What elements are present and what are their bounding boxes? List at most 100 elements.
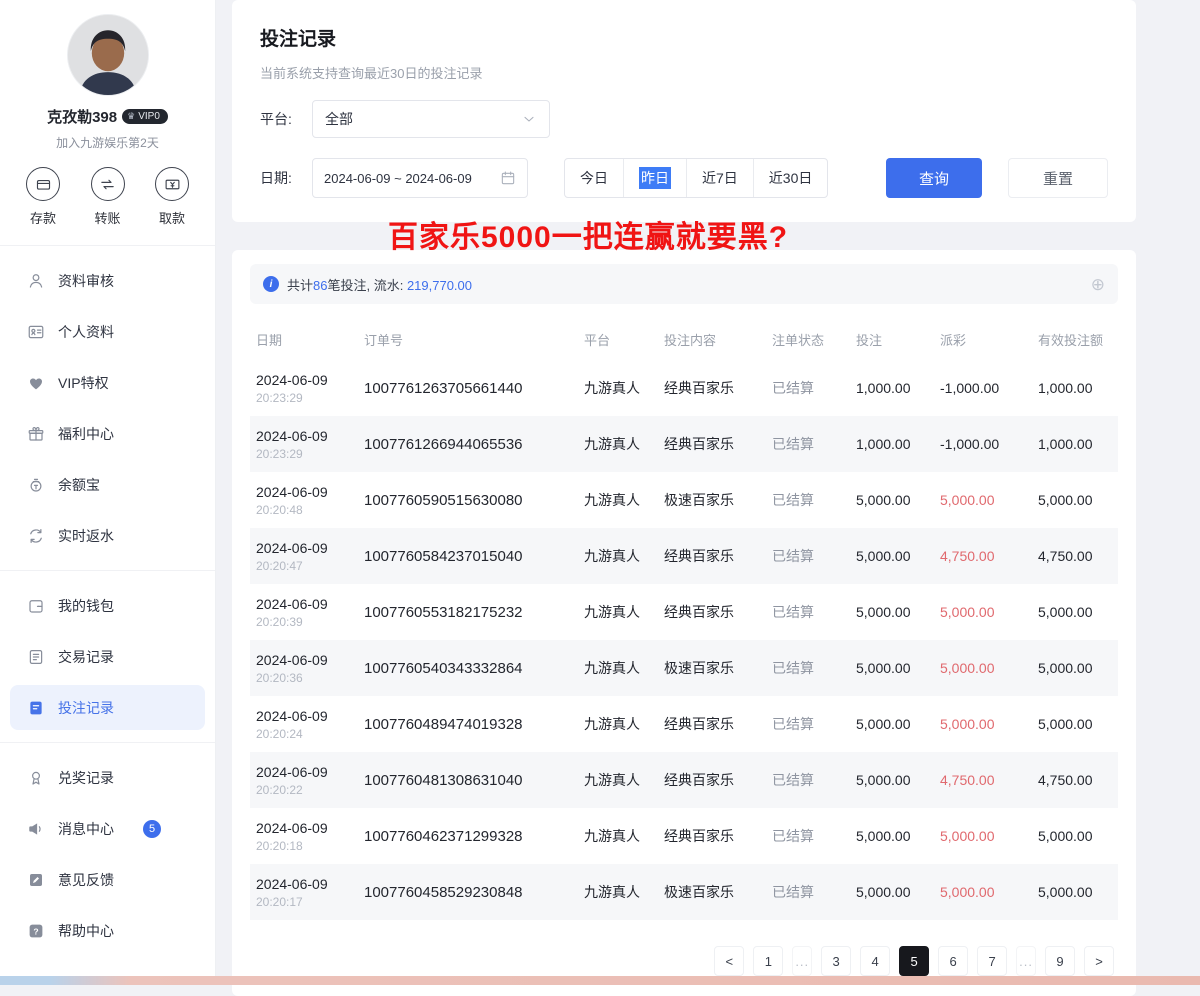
quick-action-withdraw[interactable]: 取款	[155, 167, 189, 227]
page-button-1[interactable]: 1	[753, 946, 783, 976]
sidebar-item-yuebao[interactable]: 余额宝	[10, 462, 205, 507]
sidebar-item-label: 帮助中心	[58, 921, 114, 941]
sidebar-item-label: 资料审核	[58, 271, 114, 291]
payout-cell: 5,000.00	[934, 808, 1032, 864]
payout-cell: 5,000.00	[934, 864, 1032, 920]
query-button[interactable]: 查询	[886, 158, 982, 198]
valid-amount-cell: 5,000.00	[1032, 808, 1118, 864]
bet-date-cell: 2024-06-0920:20:48	[250, 472, 358, 528]
status-cell: 已结算	[766, 360, 850, 416]
platform-label: 平台:	[260, 109, 312, 129]
app-window: 克孜勒398 ♛VIP0 加入九游娱乐第2天 存款转账取款 资料审核个人资料 VI…	[0, 0, 1200, 985]
sidebar-item-label: 交易记录	[58, 647, 114, 667]
table-row: 2024-06-0920:20:221007760481308631040九游真…	[250, 752, 1118, 808]
payout-cell: 5,000.00	[934, 584, 1032, 640]
date-range-input[interactable]: 2024-06-09 ~ 2024-06-09	[312, 158, 528, 198]
order-number-cell: 1007760462371299328	[358, 808, 578, 864]
platform-filter-row: 平台: 全部	[260, 100, 1108, 138]
info-icon: i	[263, 276, 279, 292]
unread-badge: 5	[143, 820, 161, 838]
avatar	[67, 14, 149, 96]
bet-content-cell: 经典百家乐	[658, 696, 766, 752]
bet-content-cell: 经典百家乐	[658, 584, 766, 640]
bet-content-cell: 经典百家乐	[658, 528, 766, 584]
bet-date-cell: 2024-06-0920:23:29	[250, 416, 358, 472]
vip-level: VIP0	[138, 111, 160, 122]
sidebar-item-help[interactable]: ? 帮助中心	[10, 908, 205, 953]
bet-amount-cell: 1,000.00	[850, 360, 934, 416]
sidebar-item-vip[interactable]: VIP特权	[10, 360, 205, 405]
sidebar-item-label: 余额宝	[58, 475, 100, 495]
bet-content-cell: 极速百家乐	[658, 864, 766, 920]
column-header: 订单号	[358, 318, 578, 360]
table-row: 2024-06-0920:20:241007760489474019328九游真…	[250, 696, 1118, 752]
table-row: 2024-06-0920:20:391007760553182175232九游真…	[250, 584, 1118, 640]
payout-cell: -1,000.00	[934, 360, 1032, 416]
column-header: 日期	[250, 318, 358, 360]
pagination: <1...34567...9>	[250, 946, 1118, 976]
platform-cell: 九游真人	[578, 696, 658, 752]
platform-cell: 九游真人	[578, 528, 658, 584]
bet-content-cell: 经典百家乐	[658, 752, 766, 808]
quick-actions: 存款转账取款	[0, 151, 215, 246]
column-header: 注单状态	[766, 318, 850, 360]
sidebar-item-transactions[interactable]: 交易记录	[10, 634, 205, 679]
reset-button[interactable]: 重置	[1008, 158, 1108, 198]
prev-page-button[interactable]: <	[714, 946, 744, 976]
sidebar: 克孜勒398 ♛VIP0 加入九游娱乐第2天 存款转账取款 资料审核个人资料 VI…	[0, 0, 216, 985]
platform-cell: 九游真人	[578, 864, 658, 920]
expand-icon[interactable]: ⊕	[1091, 276, 1105, 293]
date-filter-row: 日期: 2024-06-09 ~ 2024-06-09 今日昨日近7日近30日 …	[260, 158, 1108, 198]
calendar-icon	[500, 170, 516, 186]
bottom-strip	[0, 976, 1200, 985]
date-label: 日期:	[260, 168, 312, 188]
bet-content-cell: 极速百家乐	[658, 640, 766, 696]
bet-amount-cell: 5,000.00	[850, 696, 934, 752]
sidebar-item-wallet[interactable]: 我的钱包	[10, 583, 205, 628]
quick-action-label: 取款	[159, 208, 185, 227]
sidebar-item-messages[interactable]: 消息中心 5	[10, 806, 205, 851]
valid-amount-cell: 5,000.00	[1032, 640, 1118, 696]
table-row: 2024-06-0920:20:361007760540343332864九游真…	[250, 640, 1118, 696]
page-ellipsis: ...	[1016, 946, 1036, 976]
page-button-5[interactable]: 5	[899, 946, 929, 976]
range-today[interactable]: 今日	[565, 159, 623, 197]
next-page-button[interactable]: >	[1084, 946, 1114, 976]
sidebar-item-label: 消息中心	[58, 819, 114, 839]
page-button-3[interactable]: 3	[821, 946, 851, 976]
page-button-6[interactable]: 6	[938, 946, 968, 976]
range-last30[interactable]: 近30日	[753, 159, 828, 197]
quick-action-deposit[interactable]: 存款	[26, 167, 60, 227]
sidebar-item-rebate[interactable]: 实时返水	[10, 513, 205, 558]
vip-badge: ♛VIP0	[122, 109, 168, 124]
person-icon	[27, 272, 45, 290]
page-button-4[interactable]: 4	[860, 946, 890, 976]
rebate-icon	[27, 527, 45, 545]
sidebar-item-welfare[interactable]: 福利中心	[10, 411, 205, 456]
menu-divider	[0, 570, 215, 571]
range-yesterday[interactable]: 昨日	[623, 159, 686, 197]
avatar-image	[68, 15, 148, 95]
payout-cell: 5,000.00	[934, 696, 1032, 752]
order-number-cell: 1007760584237015040	[358, 528, 578, 584]
bet-date-cell: 2024-06-0920:20:22	[250, 752, 358, 808]
page-button-9[interactable]: 9	[1045, 946, 1075, 976]
platform-select[interactable]: 全部	[312, 100, 550, 138]
quick-action-transfer[interactable]: 转账	[91, 167, 125, 227]
sidebar-item-audit[interactable]: 资料审核	[10, 258, 205, 303]
gift-icon	[27, 425, 45, 443]
bet-amount-cell: 1,000.00	[850, 416, 934, 472]
username: 克孜勒398	[47, 106, 117, 127]
sidebar-item-prizes[interactable]: 兑奖记录	[10, 755, 205, 800]
page-button-7[interactable]: 7	[977, 946, 1007, 976]
summary-text: 共计86笔投注, 流水: 219,770.00	[287, 275, 472, 294]
records-card: i 共计86笔投注, 流水: 219,770.00 ⊕ 日期订单号平台投注内容注…	[232, 250, 1136, 996]
joined-text: 加入九游娱乐第2天	[0, 134, 215, 151]
sidebar-item-profile[interactable]: 个人资料	[10, 309, 205, 354]
range-last7[interactable]: 近7日	[686, 159, 753, 197]
page-subtitle: 当前系统支持查询最近30日的投注记录	[260, 63, 1108, 82]
pot-icon	[27, 476, 45, 494]
sidebar-item-bets[interactable]: 投注记录	[10, 685, 205, 730]
sidebar-item-feedback[interactable]: 意见反馈	[10, 857, 205, 902]
svg-text:?: ?	[33, 926, 38, 936]
